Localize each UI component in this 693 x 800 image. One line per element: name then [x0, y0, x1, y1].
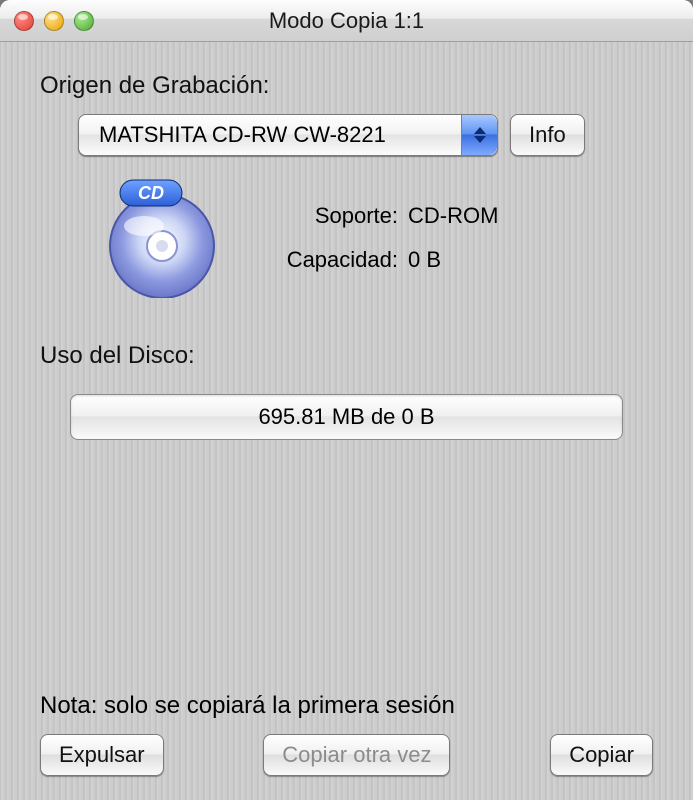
note-text: Nota: solo se copiará la primera sesión	[40, 692, 653, 720]
eject-button[interactable]: Expulsar	[40, 734, 164, 776]
titlebar[interactable]: Modo Copia 1:1	[0, 0, 693, 42]
minimize-icon[interactable]	[44, 11, 64, 31]
capacity-value: 0 B	[408, 247, 441, 273]
cd-badge-text: CD	[138, 183, 164, 203]
copy-again-button[interactable]: Copiar otra vez	[263, 734, 450, 776]
info-button[interactable]: Info	[510, 114, 585, 156]
usage-bar: 695.81 MB de 0 B	[70, 394, 623, 440]
window-title: Modo Copia 1:1	[0, 8, 693, 34]
support-label: Soporte:	[268, 203, 398, 229]
content: Origen de Grabación: MATSHITA CD-RW CW-8…	[0, 42, 693, 800]
copy-button[interactable]: Copiar	[550, 734, 653, 776]
window: Modo Copia 1:1 Origen de Grabación: MATS…	[0, 0, 693, 800]
source-select-value: MATSHITA CD-RW CW-8221	[99, 122, 386, 148]
media-row: CD Soporte: CD-ROM Capacidad: 0 B	[92, 178, 653, 298]
traffic-lights	[14, 11, 94, 31]
media-info: Soporte: CD-ROM Capacidad: 0 B	[268, 203, 498, 273]
capacity-label: Capacidad:	[268, 247, 398, 273]
source-label: Origen de Grabación:	[40, 72, 653, 100]
usage-text: 695.81 MB de 0 B	[258, 404, 434, 430]
usage-label: Uso del Disco:	[40, 342, 653, 370]
source-row: MATSHITA CD-RW CW-8221 Info	[78, 114, 653, 156]
cd-icon: CD	[92, 178, 232, 298]
support-value: CD-ROM	[408, 203, 498, 229]
close-icon[interactable]	[14, 11, 34, 31]
source-select[interactable]: MATSHITA CD-RW CW-8221	[78, 114, 498, 156]
zoom-icon[interactable]	[74, 11, 94, 31]
button-row: Expulsar Copiar otra vez Copiar	[40, 734, 653, 776]
chevron-up-down-icon	[461, 115, 497, 155]
